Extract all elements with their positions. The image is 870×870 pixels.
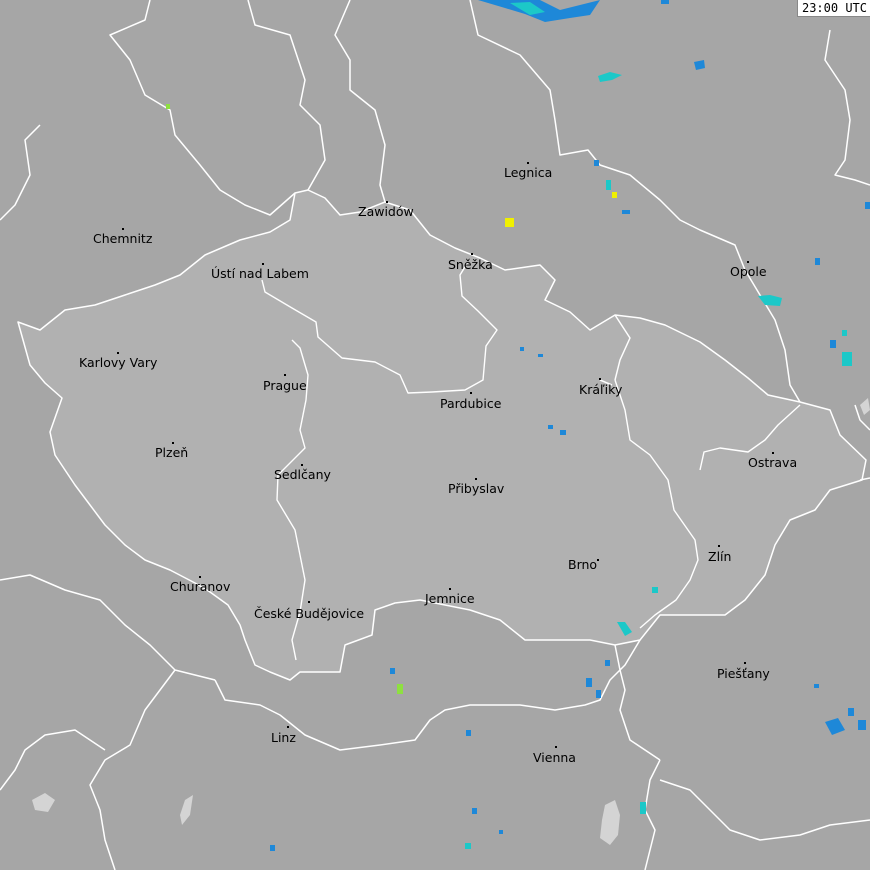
lightning-radar-map: Zawidów Legnica Chemnitz Ústí nad Labem Sněž… [0,0,870,870]
city-label: Brno [568,557,598,572]
city-label: Prague [263,378,307,393]
city-marker [747,261,749,263]
map-canvas [0,0,870,870]
city-marker [308,601,310,603]
city-marker [301,464,303,466]
city-marker [597,559,599,561]
city-marker [117,352,119,354]
city-label: Pardubice [440,396,502,411]
city-label: Plzeň [155,445,189,460]
city-marker [284,374,286,376]
city-label: Piešťany [717,666,770,681]
city-label: Jemnice [425,591,475,606]
city-label: Opole [730,264,767,279]
city-label: Vienna [533,750,576,765]
city-marker [122,228,124,230]
city-label: Kráľiky [579,382,623,397]
city-marker [449,588,451,590]
city-label: Ostrava [748,455,798,470]
city-marker [744,662,746,664]
city-marker [527,162,529,164]
city-label: Ústí nad Labem [211,266,309,281]
city-marker [470,392,472,394]
city-marker [718,545,720,547]
city-label: Zlín [708,549,732,564]
city-label: Churanov [170,579,231,594]
city-marker [386,201,388,203]
city-marker [172,442,174,444]
city-marker [199,576,201,578]
city-marker [555,746,557,748]
time-label: 23:00 UTC [796,0,870,17]
city-marker [475,478,477,480]
city-marker [772,452,774,454]
city-label: Sedlčany [274,467,331,482]
city-marker [471,253,473,255]
city-label: Přibyslav [448,481,505,496]
city-label: Linz [271,730,296,745]
city-label: Chemnitz [93,231,153,246]
city-label: Sněžka [448,257,493,272]
city-label: Karlovy Vary [79,355,158,370]
city-marker [287,726,289,728]
city-marker [262,263,264,265]
city-label: Zawidów [358,204,414,219]
city-label: Legnica [504,165,553,180]
city-label: České Budějovice [254,606,365,621]
city-marker [599,378,601,380]
